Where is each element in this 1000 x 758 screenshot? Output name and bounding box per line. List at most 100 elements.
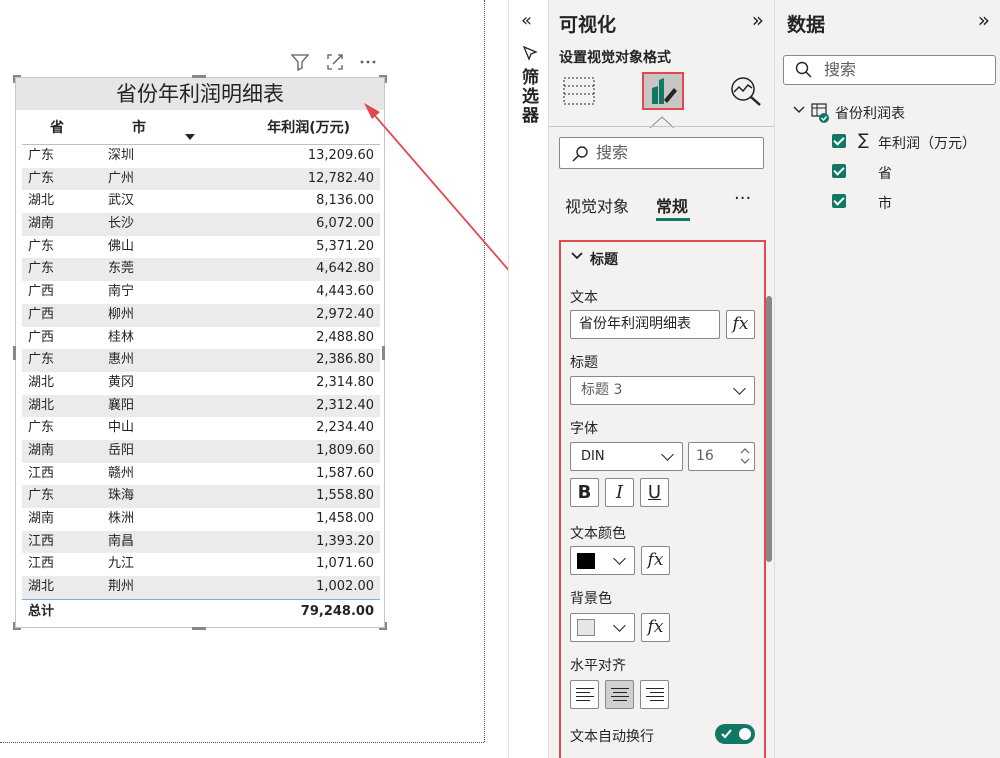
table-row[interactable]: 广东 东莞 4,642.80 (22, 258, 380, 282)
table-row[interactable]: 广西 柳州 2,972.40 (22, 303, 380, 327)
table-icon (811, 103, 829, 123)
add-data-icon[interactable] (563, 76, 597, 106)
table-row[interactable]: 广东 中山 2,234.40 (22, 417, 380, 440)
collapse-pane-icon[interactable]: » (978, 8, 990, 32)
expand-filters-icon[interactable]: « (521, 10, 532, 31)
cell-province: 广东 (28, 170, 55, 186)
section-title[interactable]: 标题 (590, 249, 618, 269)
column-header-profit[interactable]: 年利润(万元) (267, 117, 350, 137)
fx-button[interactable]: fx (641, 546, 670, 575)
italic-button[interactable]: I (605, 478, 634, 507)
cell-province: 广东 (28, 488, 55, 504)
align-center-button[interactable] (605, 680, 634, 709)
field-checkbox[interactable] (832, 134, 846, 148)
table-row[interactable]: 湖南 长沙 6,072.00 (22, 213, 380, 236)
table-row[interactable]: 广东 深圳 13,209.60 (22, 145, 380, 168)
cell-profit: 2,386.80 (316, 352, 374, 368)
font-color-picker[interactable] (570, 546, 635, 575)
chevron-down-icon[interactable] (571, 252, 583, 260)
table-row[interactable]: 广东 佛山 5,371.20 (22, 236, 380, 259)
field-label[interactable]: 省 (878, 163, 892, 183)
focus-mode-icon[interactable] (325, 52, 345, 72)
table-row[interactable]: 湖南 岳阳 1,809.60 (22, 439, 380, 463)
chevron-down-icon (613, 619, 626, 632)
cell-profit: 8,136.00 (316, 193, 374, 209)
tab-general[interactable]: 常规 (656, 193, 688, 217)
resize-handle[interactable] (13, 346, 16, 360)
align-right-button[interactable] (640, 680, 669, 709)
report-canvas: 省份年利润明细表 省 市 年利润(万元) 广东 深圳 13,209.60 广东 广州 12… (0, 0, 508, 758)
table-row[interactable]: 湖南 株洲 1,458.00 (22, 508, 380, 531)
table-visual[interactable]: 省份年利润明细表 省 市 年利润(万元) 广东 深圳 13,209.60 广东 广州 12… (15, 77, 385, 628)
resize-corner[interactable] (379, 75, 387, 83)
table-name[interactable]: 省份利润表 (835, 103, 905, 123)
total-value: 79,248.00 (300, 604, 374, 619)
font-color-label: 文本颜色 (570, 526, 626, 542)
title-text-input[interactable]: 省份年利润明细表 (570, 310, 720, 339)
cell-province: 湖南 (28, 511, 55, 526)
cell-city: 南宁 (108, 284, 135, 300)
filters-pane-collapsed[interactable]: « 筛选器 (508, 0, 548, 758)
cell-city: 黄冈 (108, 374, 135, 390)
field-label[interactable]: 市 (878, 193, 892, 213)
chevron-down-icon[interactable] (793, 106, 805, 114)
column-header-city[interactable]: 市 (132, 117, 146, 137)
cell-city: 深圳 (108, 148, 135, 163)
field-label[interactable]: 年利润（万元） (878, 133, 976, 153)
resize-corner[interactable] (13, 75, 21, 83)
table-row[interactable]: 湖北 武汉 8,136.00 (22, 190, 380, 213)
cell-profit: 1,809.60 (316, 442, 374, 458)
cell-profit: 1,587.60 (316, 465, 374, 481)
more-options-icon[interactable] (358, 52, 378, 72)
text-wrap-toggle[interactable] (715, 724, 755, 744)
resize-handle[interactable] (192, 75, 206, 78)
table-row[interactable]: 江西 赣州 1,587.60 (22, 463, 380, 486)
tab-visual[interactable]: 视觉对象 (565, 193, 629, 217)
resize-handle[interactable] (192, 627, 206, 630)
table-row[interactable]: 广西 南宁 4,443.60 (22, 281, 380, 304)
stepper-arrows-icon[interactable] (740, 446, 750, 466)
data-search-input[interactable]: 搜索 (783, 55, 996, 85)
font-family-dropdown[interactable]: DIN (570, 442, 683, 471)
bg-color-picker[interactable] (570, 613, 635, 642)
resize-corner[interactable] (379, 622, 387, 630)
font-size-stepper[interactable]: 16 (688, 442, 755, 471)
table-row[interactable]: 湖北 荆州 1,002.00 (22, 576, 380, 599)
sort-desc-icon[interactable] (185, 134, 195, 140)
table-row[interactable]: 江西 九江 1,071.60 (22, 553, 380, 576)
analytics-icon[interactable] (729, 74, 763, 108)
cell-city: 赣州 (108, 465, 135, 481)
field-checkbox[interactable] (832, 194, 846, 208)
data-pane: 数据 » 搜索 省份利润表 ∑ 年利润（万元） 省 市 (774, 0, 1000, 758)
font-color-swatch (577, 553, 595, 569)
column-header-province[interactable]: 省 (50, 117, 64, 137)
cell-province: 广东 (28, 261, 55, 277)
heading-dropdown[interactable]: 标题 3 (570, 376, 755, 405)
format-search-input[interactable]: 搜索 (559, 137, 764, 169)
cell-profit: 13,209.60 (307, 148, 374, 163)
more-options-button[interactable]: ··· (734, 188, 751, 209)
resize-corner[interactable] (13, 622, 21, 630)
table-row[interactable]: 广东 广州 12,782.40 (22, 167, 380, 191)
table-row[interactable]: 湖北 襄阳 2,312.40 (22, 394, 380, 418)
filter-icon[interactable] (290, 52, 310, 72)
resize-handle[interactable] (382, 346, 385, 360)
table-row[interactable]: 广东 惠州 2,386.80 (22, 349, 380, 372)
fx-button[interactable]: fx (641, 613, 670, 642)
underline-button[interactable]: U (640, 478, 669, 507)
format-pane-scrollbar[interactable] (766, 296, 772, 562)
check-icon (721, 729, 732, 739)
cell-province: 广东 (28, 352, 55, 368)
cell-profit: 1,071.60 (316, 556, 374, 572)
table-row[interactable]: 广东 珠海 1,558.80 (22, 485, 380, 508)
bold-button[interactable]: B (570, 478, 599, 507)
collapse-pane-icon[interactable]: » (752, 8, 764, 32)
table-row[interactable]: 广西 桂林 2,488.80 (22, 327, 380, 350)
align-left-button[interactable] (570, 680, 599, 709)
format-visual-button[interactable] (642, 72, 684, 110)
fx-button[interactable]: fx (726, 310, 755, 339)
cell-profit: 5,371.20 (316, 238, 374, 254)
table-row[interactable]: 湖北 黄冈 2,314.80 (22, 372, 380, 395)
table-row[interactable]: 江西 南昌 1,393.20 (22, 530, 380, 554)
field-checkbox[interactable] (832, 164, 846, 178)
